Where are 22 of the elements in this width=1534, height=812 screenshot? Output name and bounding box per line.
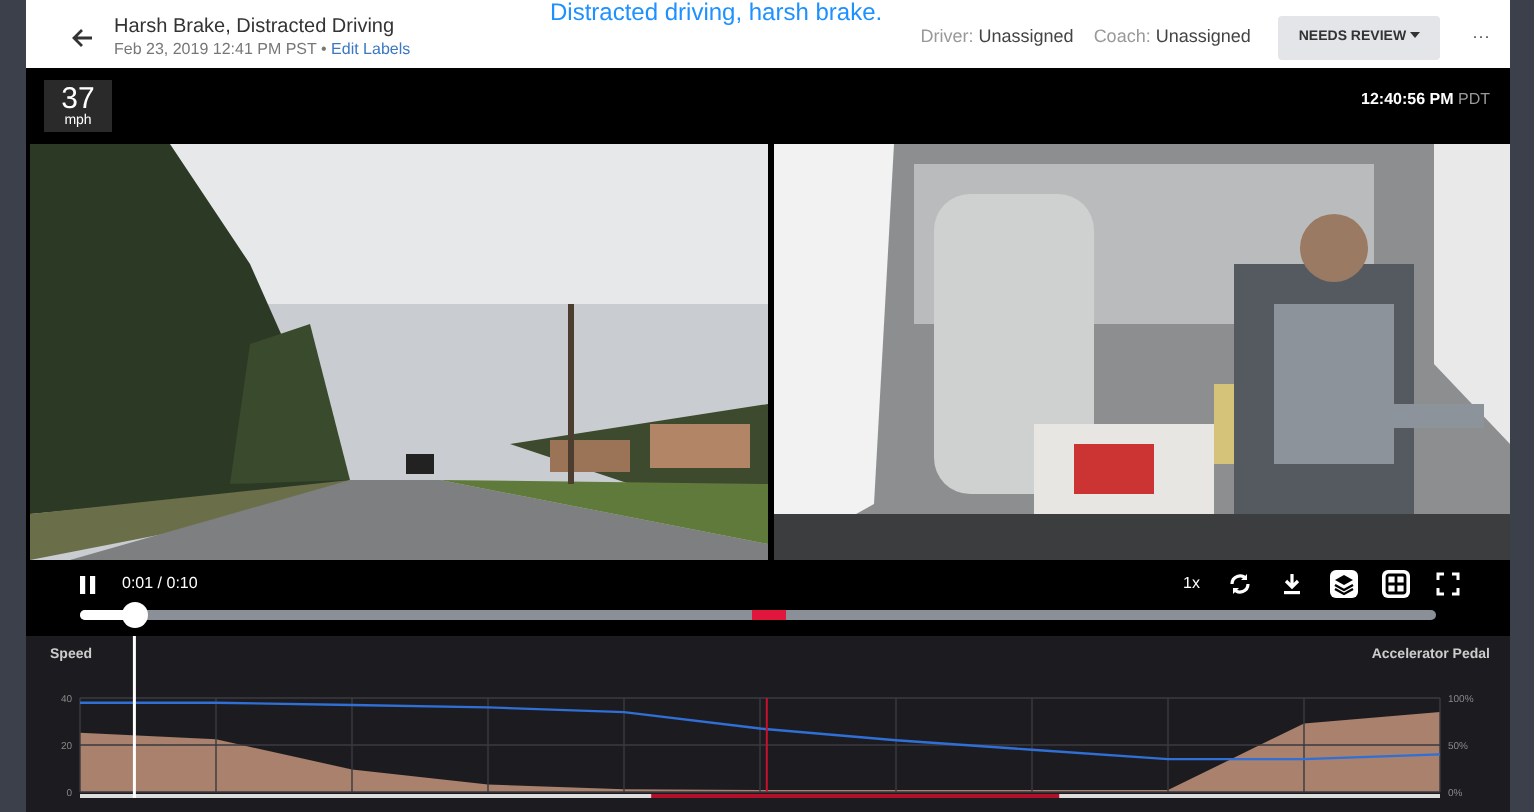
loop-icon[interactable] bbox=[1226, 570, 1254, 598]
fullscreen-icon[interactable] bbox=[1434, 570, 1462, 598]
video-clock: 12:40:56 PM PDT bbox=[1361, 88, 1490, 112]
separator-dot: • bbox=[320, 39, 327, 57]
back-arrow-icon[interactable] bbox=[70, 26, 94, 50]
edit-labels-link[interactable]: Edit Labels bbox=[331, 39, 411, 57]
pause-icon[interactable] bbox=[78, 573, 98, 595]
grid-icon[interactable] bbox=[1382, 570, 1410, 598]
progress-thumb[interactable] bbox=[122, 602, 149, 628]
event-marker bbox=[751, 610, 786, 620]
playback-time: 0:01 / 0:10 bbox=[122, 572, 198, 596]
caret-icon bbox=[1410, 32, 1420, 39]
caption-text: Distracted driving, harsh brake. bbox=[550, 0, 883, 24]
more-button[interactable]: ··· bbox=[1472, 24, 1490, 52]
event-title: Harsh Brake, Distracted Driving bbox=[114, 15, 397, 37]
event-line bbox=[765, 697, 768, 793]
assignee-field: Driver: Unassigned bbox=[920, 24, 1074, 52]
layers-icon[interactable] bbox=[1330, 570, 1358, 598]
playback-rate[interactable]: 1x bbox=[1181, 574, 1202, 594]
download-icon[interactable] bbox=[1278, 570, 1306, 598]
event-date: Feb 23, 2019 12:41 PM PST bbox=[114, 39, 317, 57]
assignee-field: Coach: Unassigned bbox=[1093, 24, 1251, 52]
